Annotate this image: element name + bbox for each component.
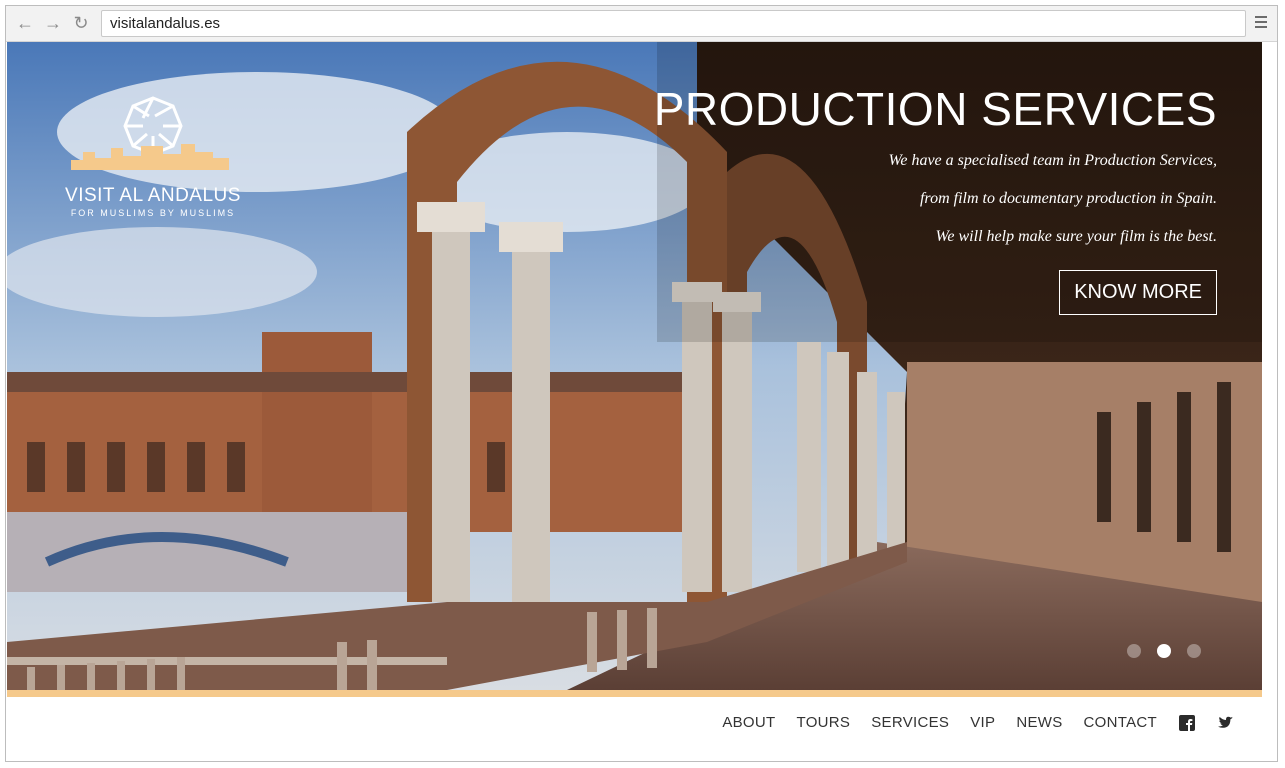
nav-item-news[interactable]: NEWS <box>1016 714 1062 731</box>
nav-item-vip[interactable]: VIP <box>970 714 995 731</box>
slider-dot-3[interactable] <box>1187 643 1201 658</box>
browser-window: ← → ↻ visitalandalus.es VISIT AL ANDALUS… <box>5 5 1278 762</box>
back-arrow-icon[interactable]: ← <box>14 12 36 34</box>
address-bar[interactable]: visitalandalus.es <box>101 10 1246 37</box>
logo-emblem-icon <box>71 96 229 170</box>
logo-title: VISIT AL ANDALUS <box>65 185 241 206</box>
logo-subtitle: FOR MUSLIMS BY MUSLIMS <box>70 208 236 218</box>
reload-icon[interactable]: ↻ <box>70 12 92 34</box>
hamburger-menu-icon[interactable] <box>1255 13 1269 33</box>
hero-line-1: We have a specialised team in Production… <box>888 152 1217 169</box>
hero-tagline: We have a specialised team in Production… <box>654 142 1217 256</box>
know-more-button[interactable]: KNOW MORE <box>1059 270 1217 315</box>
main-nav: ABOUT TOURS SERVICES VIP NEWS CONTACT <box>701 714 1233 731</box>
slider-dots <box>1127 642 1217 660</box>
slider-dot-2[interactable] <box>1157 643 1171 658</box>
site-logo[interactable]: VISIT AL ANDALUS FOR MUSLIMS BY MUSLIMS <box>63 88 243 218</box>
hero-line-3: We will help make sure your film is the … <box>935 228 1217 245</box>
nav-item-contact[interactable]: CONTACT <box>1084 714 1157 731</box>
twitter-icon[interactable] <box>1217 715 1233 731</box>
nav-item-services[interactable]: SERVICES <box>871 714 949 731</box>
browser-toolbar: ← → ↻ visitalandalus.es <box>6 6 1277 42</box>
hero-heading: PRODUCTION SERVICES <box>653 83 1217 135</box>
facebook-icon[interactable] <box>1179 714 1195 731</box>
nav-item-tours[interactable]: TOURS <box>797 714 851 731</box>
hero-caption: PRODUCTION SERVICES We have a specialise… <box>654 82 1217 315</box>
slider-dot-1[interactable] <box>1127 643 1141 658</box>
hero-line-2: from film to documentary production in S… <box>919 190 1217 207</box>
nav-item-about[interactable]: ABOUT <box>722 714 775 731</box>
hero-slider: VISIT AL ANDALUS FOR MUSLIMS BY MUSLIMS … <box>7 42 1262 690</box>
accent-strip <box>7 690 1262 697</box>
forward-arrow-icon[interactable]: → <box>42 12 64 34</box>
